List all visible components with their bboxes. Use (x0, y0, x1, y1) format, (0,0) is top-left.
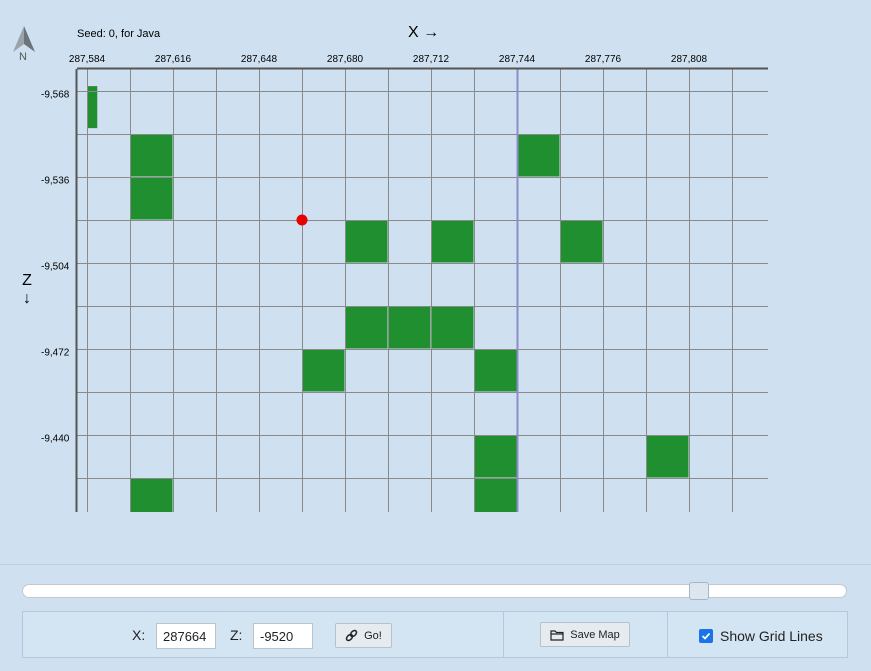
z-tick-label: -9,536 (41, 175, 70, 187)
z-field-label: Z: (230, 627, 243, 643)
divider (0, 564, 871, 565)
map-area: N Seed: 0, for Java X → Z ↓ 287,584 287,6… (0, 0, 871, 565)
grid-lines-checkbox[interactable] (699, 629, 713, 643)
grid-lines-label[interactable]: Show Grid Lines (720, 628, 823, 644)
structure-chunk[interactable] (302, 349, 345, 392)
structure-chunk[interactable] (345, 306, 388, 349)
x-tick-label: 287,808 (670, 54, 708, 65)
structure-chunk[interactable] (560, 220, 603, 263)
z-tick-label: -9,568 (41, 89, 70, 101)
save-map-button[interactable]: Save Map (540, 622, 630, 647)
map-canvas[interactable] (0, 0, 871, 565)
x-tick-label: 287,648 (240, 54, 278, 65)
z-coordinate-input[interactable] (253, 623, 313, 649)
seed-label: Seed: 0, for Java (77, 28, 161, 40)
folder-icon (550, 629, 564, 641)
go-button-label: Go! (364, 629, 382, 642)
zoom-slider[interactable] (22, 584, 847, 598)
structure-chunk[interactable] (87, 86, 98, 129)
compass-label: N (19, 51, 27, 63)
x-tick-label: 287,744 (498, 54, 536, 65)
x-tick-label: 287,776 (584, 54, 622, 65)
x-axis-title: X → (408, 24, 440, 41)
structure-chunk[interactable] (431, 220, 474, 263)
structure-chunk[interactable] (431, 306, 474, 349)
structure-chunk[interactable] (474, 478, 517, 521)
zoom-slider-thumb[interactable] (688, 582, 709, 600)
structure-chunk[interactable] (388, 306, 431, 349)
x-field-label: X: (132, 627, 146, 643)
x-tick-label: 287,616 (154, 54, 192, 65)
go-button[interactable]: Go! (335, 623, 392, 648)
structure-chunk[interactable] (646, 435, 689, 478)
structure-chunk[interactable] (130, 134, 173, 177)
link-icon (345, 629, 358, 642)
structure-chunk[interactable] (130, 478, 173, 521)
position-marker (296, 214, 308, 226)
x-tick-label: 287,584 (68, 54, 106, 65)
structure-chunk[interactable] (474, 349, 517, 392)
structure-chunk[interactable] (130, 177, 173, 220)
structure-chunk[interactable] (345, 220, 388, 263)
structure-chunk[interactable] (517, 134, 560, 177)
structure-chunk[interactable] (474, 435, 517, 478)
z-tick-label: -9,504 (41, 261, 70, 273)
save-map-label: Save Map (570, 628, 620, 641)
z-tick-label: -9,472 (41, 347, 70, 359)
z-tick-label: -9,440 (41, 433, 70, 445)
x-tick-label: 287,680 (326, 54, 364, 65)
x-coordinate-input[interactable] (156, 623, 216, 649)
checkmark-icon (701, 632, 711, 640)
x-tick-label: 287,712 (412, 54, 450, 65)
z-axis-title: Z ↓ (22, 272, 32, 307)
